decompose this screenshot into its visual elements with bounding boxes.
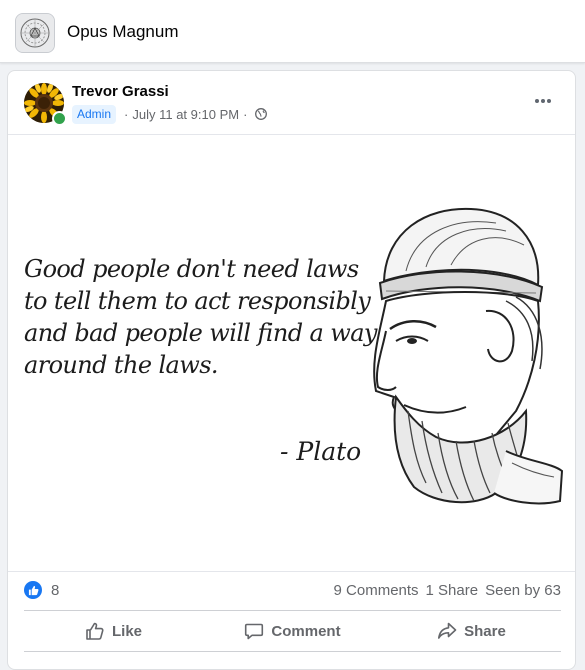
divider <box>24 610 561 611</box>
share-label: Share <box>464 622 506 640</box>
group-header: Opus Magnum <box>0 0 585 63</box>
post-actions: Like Comment Share <box>24 612 561 650</box>
post-author[interactable]: Trevor Grassi <box>72 83 169 101</box>
quote-line: Good people don't need laws <box>24 255 359 283</box>
reactions-summary: 8 9 Comments 1 Share Seen by 63 <box>24 579 561 601</box>
post-card: Trevor Grassi Admin · July 11 at 9:10 PM… <box>7 70 576 670</box>
quote-line: to tell them to act responsibly <box>24 287 371 315</box>
group-logo-icon[interactable] <box>15 13 55 53</box>
more-options-icon[interactable] <box>525 87 561 115</box>
share-icon <box>437 621 457 641</box>
like-button[interactable]: Like <box>24 612 203 650</box>
share-button[interactable]: Share <box>382 612 561 650</box>
like-count[interactable]: 8 <box>51 582 59 599</box>
admin-badge: Admin <box>72 104 117 124</box>
quote-text: Good people don't need laws to tell them… <box>24 253 377 381</box>
post-timestamp[interactable]: July 11 at 9:10 PM <box>132 107 239 122</box>
post-image[interactable]: Good people don't need laws to tell them… <box>8 134 575 572</box>
thumbs-up-icon <box>85 621 105 641</box>
meta-separator: · <box>124 106 129 122</box>
comments-count[interactable]: 9 Comments <box>334 582 419 599</box>
quote-attribution: - Plato <box>280 437 362 466</box>
divider <box>24 651 561 652</box>
post-stats: 9 Comments 1 Share Seen by 63 <box>334 582 561 599</box>
shares-count[interactable]: 1 Share <box>426 582 479 599</box>
comment-icon <box>244 621 264 641</box>
plato-bust-illustration <box>373 207 564 505</box>
seen-by-count[interactable]: Seen by 63 <box>485 582 561 599</box>
quote-line: and bad people will find a way <box>24 319 377 347</box>
post-meta: Admin · July 11 at 9:10 PM · <box>72 104 268 124</box>
group-name[interactable]: Opus Magnum <box>67 22 179 42</box>
comment-button[interactable]: Comment <box>203 612 382 650</box>
comment-label: Comment <box>271 622 341 640</box>
online-status-indicator <box>52 111 67 126</box>
quote-line: around the laws. <box>24 351 219 379</box>
like-label: Like <box>111 622 142 640</box>
like-reaction-icon[interactable] <box>24 581 42 599</box>
globe-icon <box>255 108 268 120</box>
meta-separator: · <box>243 106 248 122</box>
